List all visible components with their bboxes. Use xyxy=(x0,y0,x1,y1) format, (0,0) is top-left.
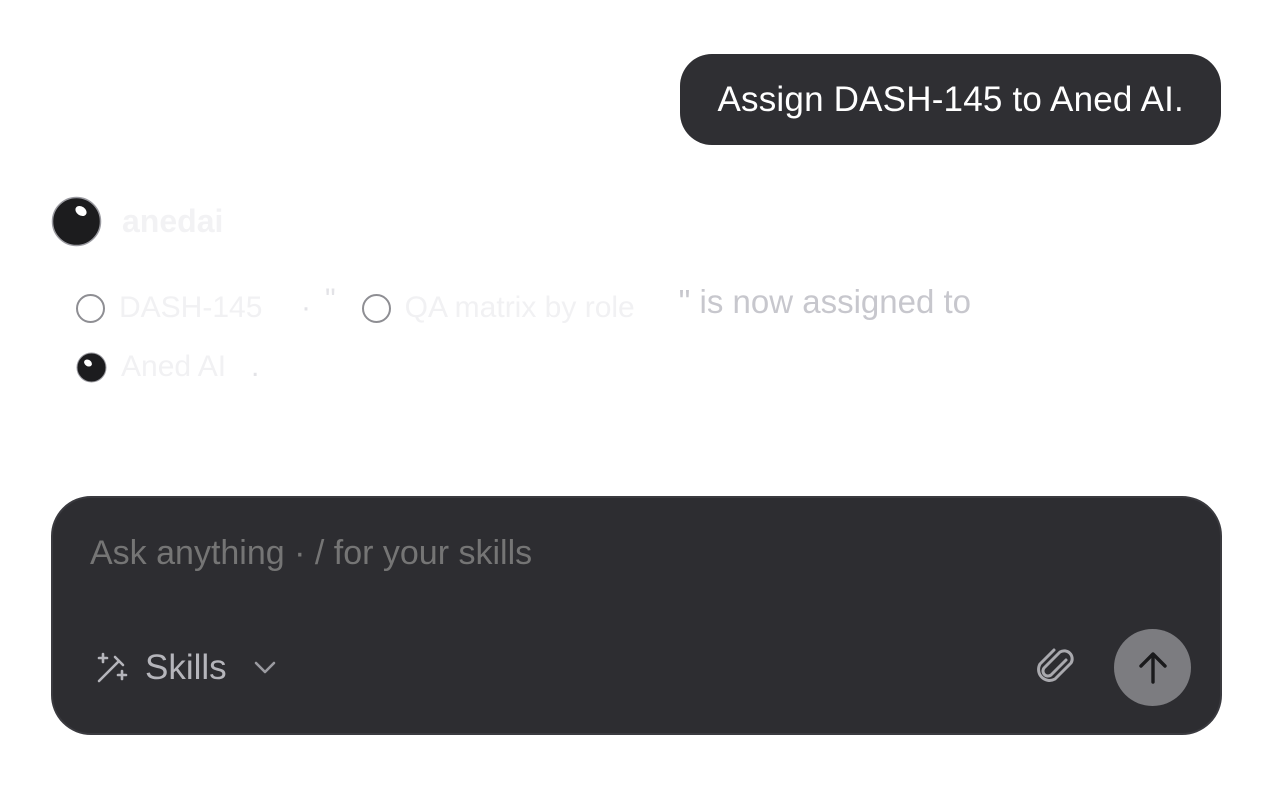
paperclip-icon[interactable] xyxy=(1036,646,1076,688)
issue-key-chip[interactable]: DASH-145 xyxy=(119,291,289,325)
issue-title-status-icon xyxy=(361,293,391,323)
assistant-avatar-icon xyxy=(51,196,102,247)
user-message-text: Assign DASH-145 to Aned AI. xyxy=(717,79,1184,119)
sentence-period: . xyxy=(251,350,260,383)
assignee-chip[interactable]: Aned AI xyxy=(121,350,249,384)
assignee-avatar-icon xyxy=(76,352,107,382)
assistant-response-line-2: Aned AI . xyxy=(76,345,259,389)
issue-title-chip[interactable]: QA matrix by role xyxy=(405,291,679,325)
message-input[interactable] xyxy=(90,534,990,573)
assignment-text: " is now assigned to xyxy=(678,283,972,320)
magic-wand-icon xyxy=(97,652,128,683)
send-button[interactable] xyxy=(1114,629,1191,706)
assistant-response-line-1: DASH-145 · " QA matrix by role " is now … xyxy=(76,283,971,333)
issue-status-icon xyxy=(76,293,105,323)
chevron-down-icon xyxy=(254,661,275,674)
skills-label: Skills xyxy=(145,648,227,687)
message-composer: Skills xyxy=(51,496,1222,735)
skills-button[interactable]: Skills xyxy=(95,646,277,690)
open-quote: " xyxy=(325,283,336,316)
user-message-bubble: Assign DASH-145 to Aned AI. xyxy=(680,54,1221,145)
separator-dot: · xyxy=(301,291,311,324)
arrow-up-icon xyxy=(1138,651,1167,684)
assistant-name: anedai xyxy=(122,203,224,239)
